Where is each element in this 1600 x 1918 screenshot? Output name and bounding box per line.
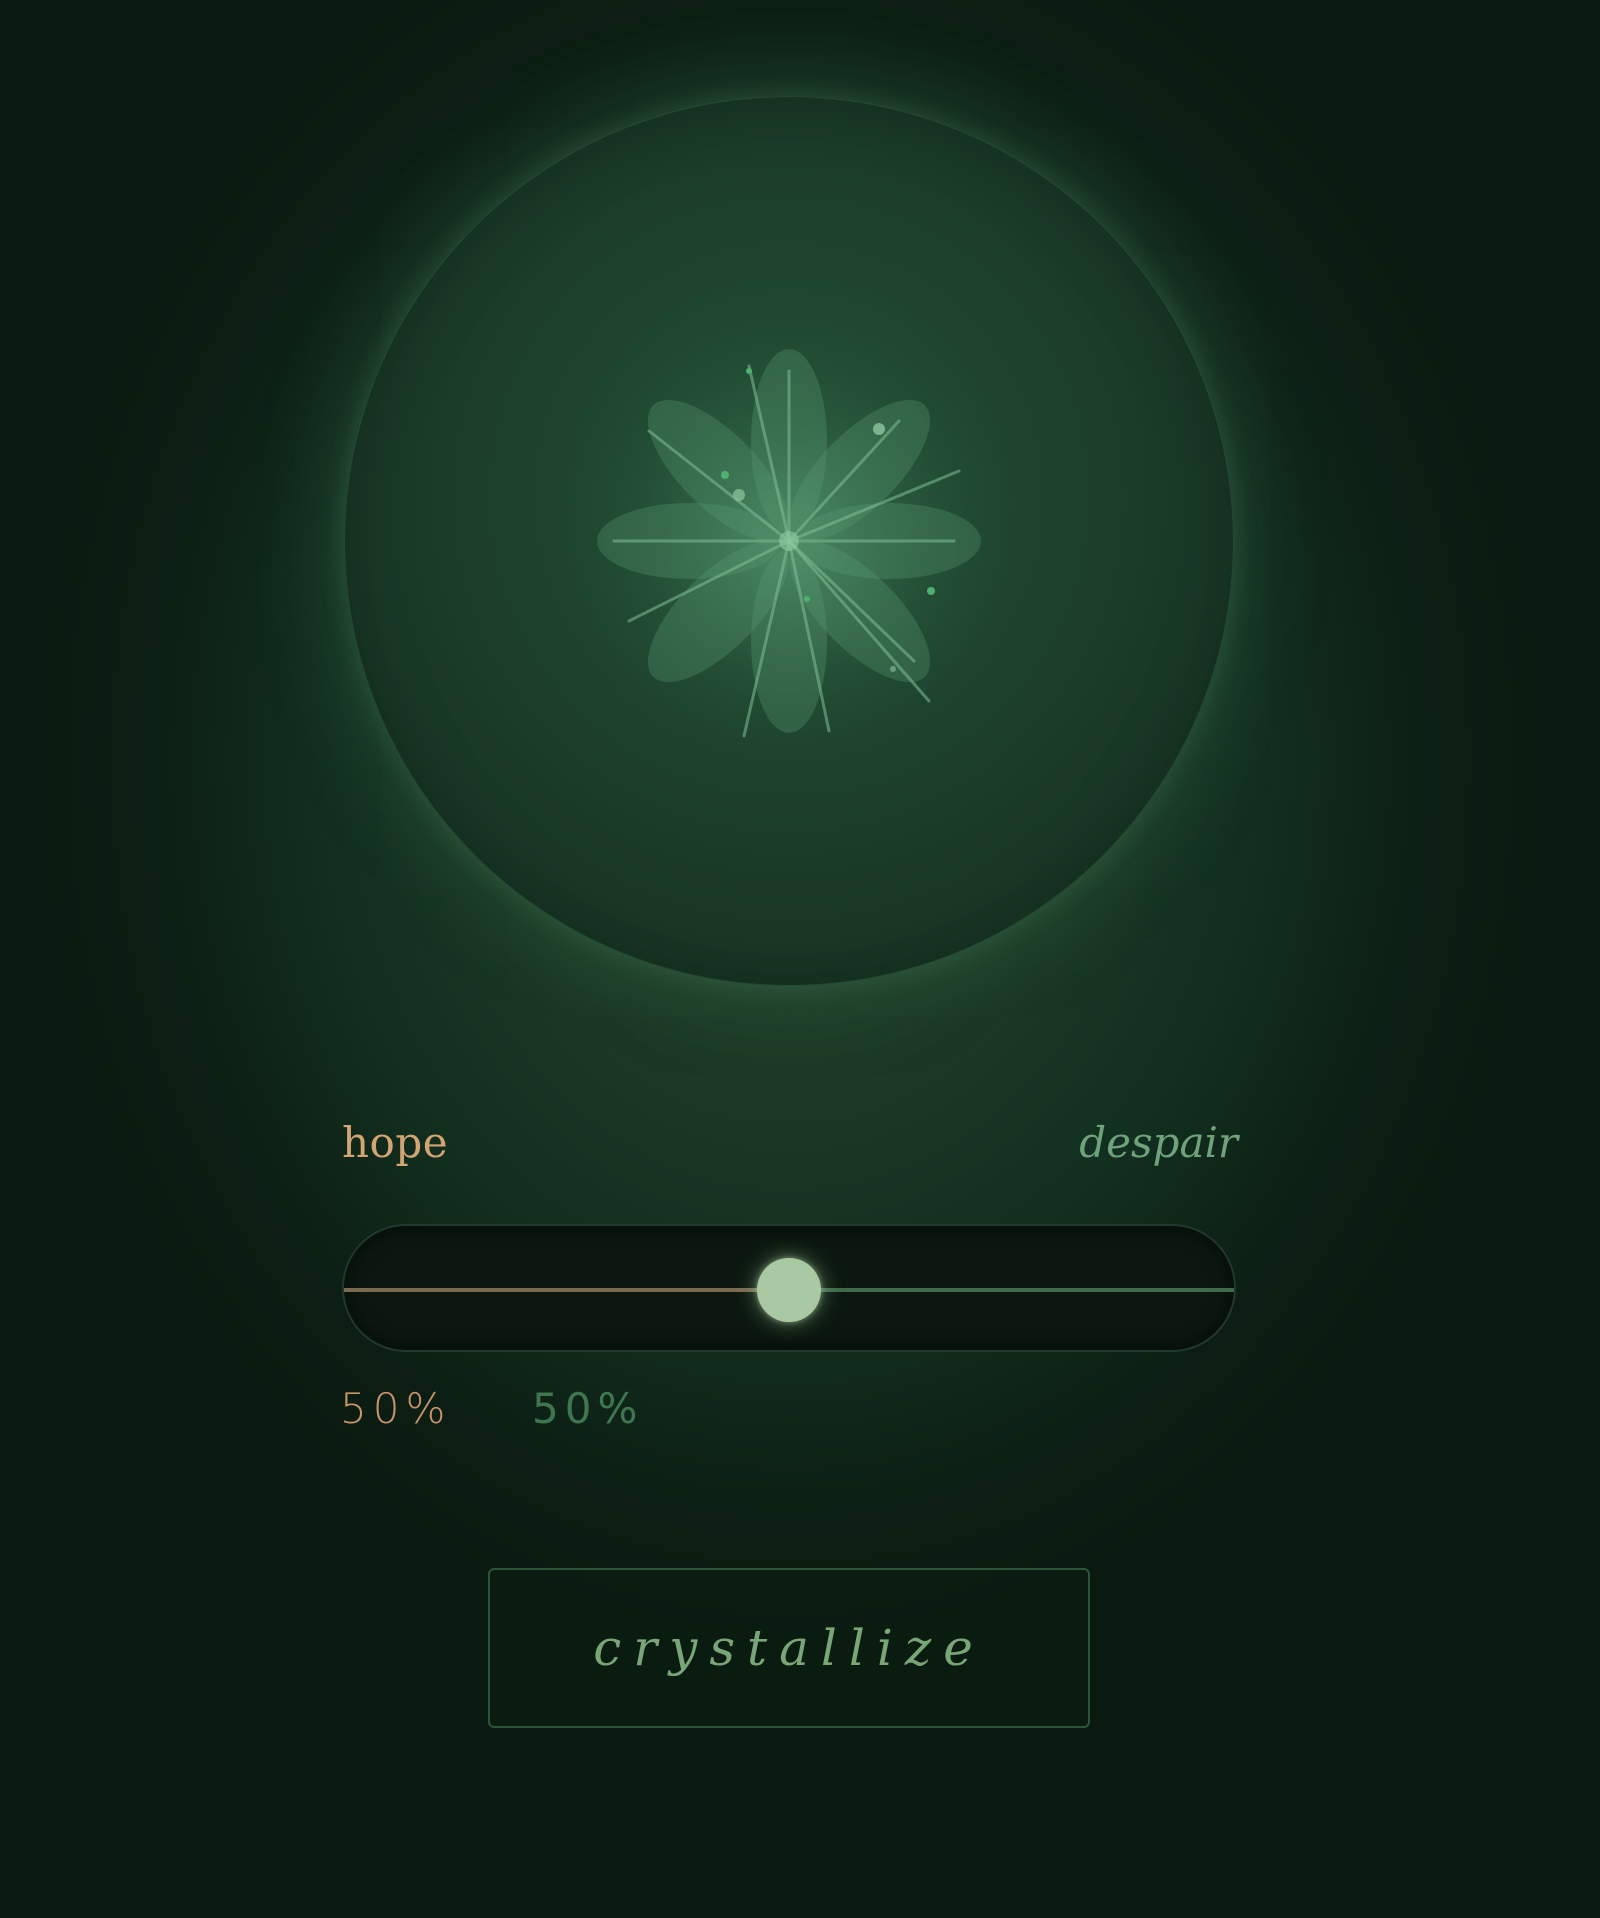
crystallize-button[interactable]: crystallize	[488, 1568, 1090, 1728]
hope-percent: 50%	[340, 1384, 452, 1433]
despair-label: despair	[1079, 1118, 1238, 1167]
flower-starburst-icon	[559, 311, 1019, 771]
slider-fill-despair	[789, 1288, 1234, 1292]
hope-despair-slider[interactable]	[342, 1224, 1236, 1352]
crystal-orb	[344, 96, 1234, 986]
slider-fill-hope	[344, 1288, 789, 1292]
hope-label: hope	[342, 1118, 449, 1167]
crystallize-button-label: crystallize	[593, 1619, 985, 1677]
slider-thumb[interactable]	[757, 1258, 821, 1322]
despair-percent: 50%	[532, 1384, 644, 1433]
